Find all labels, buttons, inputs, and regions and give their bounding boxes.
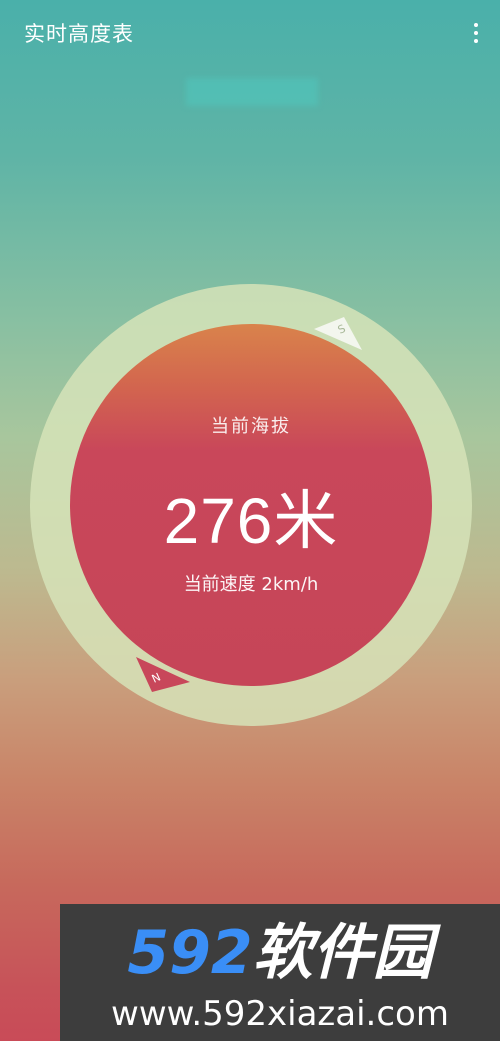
blurred-banner [186, 78, 318, 106]
altitude-value: 276米 [163, 485, 339, 557]
altitude-gauge: S N 当前海拔 276米 当前速度 2km/h [30, 284, 472, 726]
watermark-brand-number: 592 [127, 918, 253, 988]
more-vert-icon[interactable] [464, 18, 488, 48]
watermark-brand-text: 软件园 [252, 918, 433, 988]
watermark-banner: 592软件园 www.592xiazai.com [60, 904, 500, 1041]
page-title: 实时高度表 [24, 22, 134, 46]
app-bar: 实时高度表 [0, 0, 500, 64]
altitude-label: 当前海拔 [211, 416, 291, 437]
speed-readout: 当前速度 2km/h [183, 574, 319, 595]
watermark-brand: 592软件园 [60, 918, 500, 988]
watermark-url: www.592xiazai.com [111, 994, 449, 1034]
